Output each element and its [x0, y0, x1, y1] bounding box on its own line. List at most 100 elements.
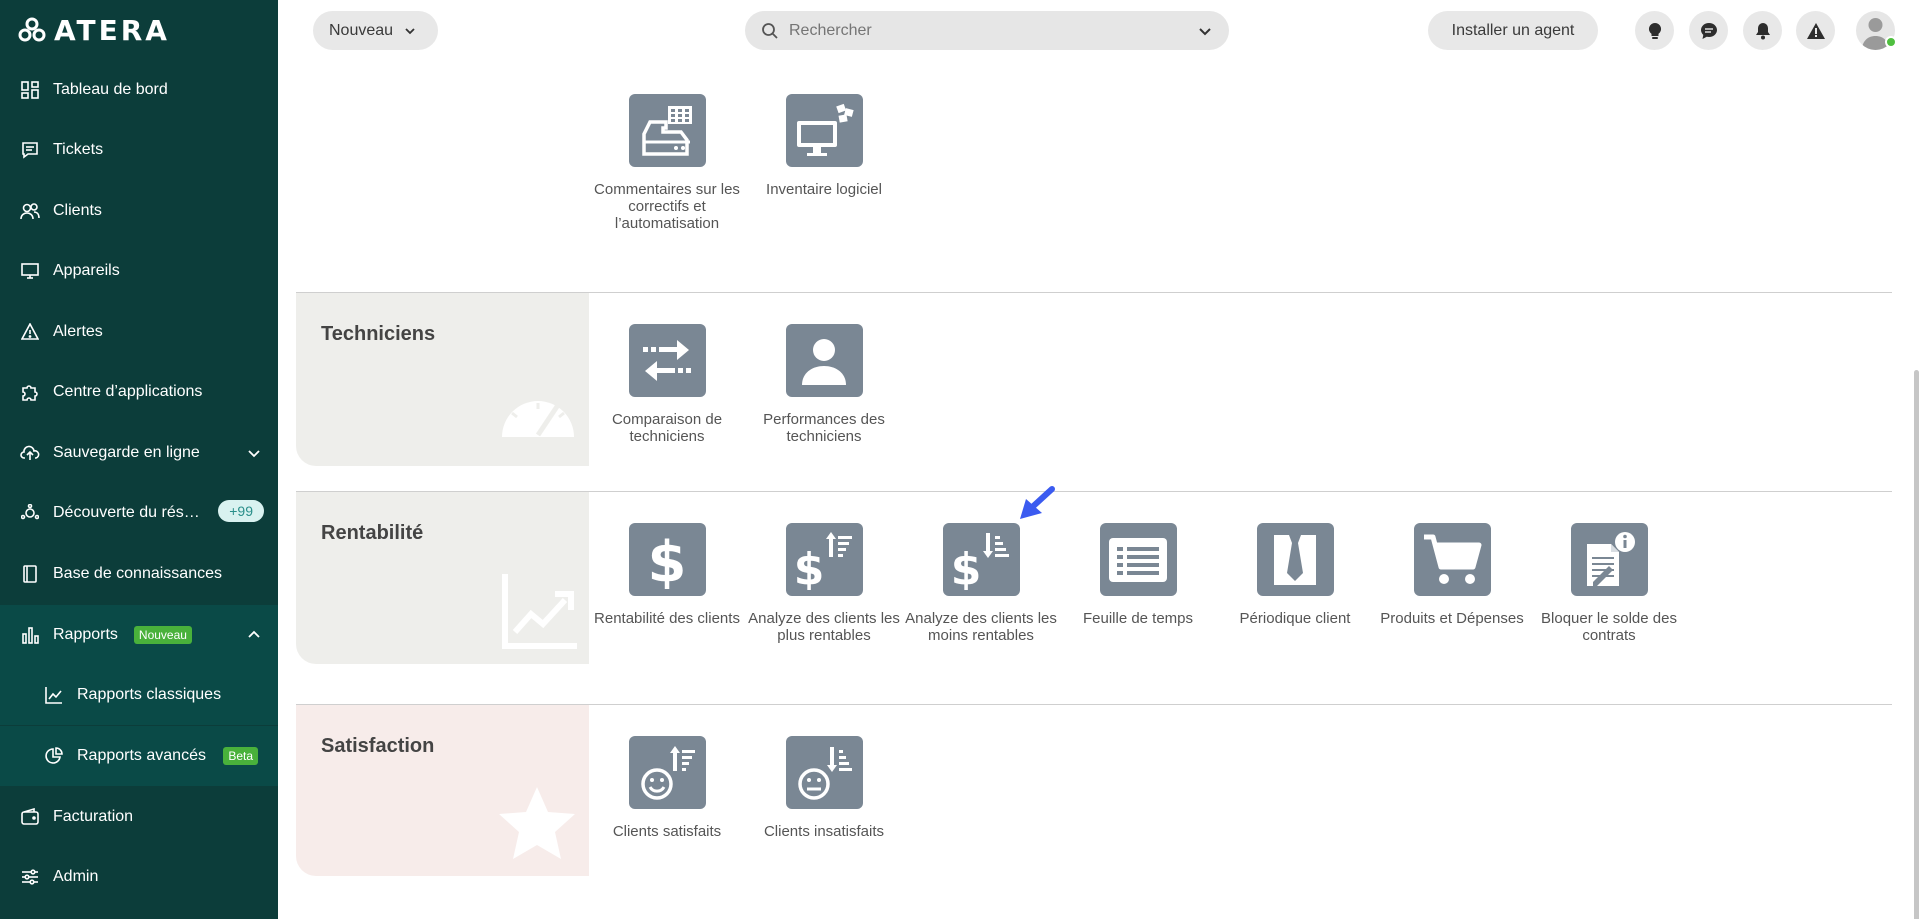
section-technicians: Techniciens: [296, 293, 1892, 466]
tile-label: Comparaison de techniciens: [611, 411, 723, 445]
warning-icon: [20, 322, 40, 342]
tie-icon: [1274, 534, 1316, 585]
tile-label: Périodique client: [1239, 610, 1351, 627]
puzzle-icon: [20, 382, 40, 402]
tile-contract-balance[interactable]: Bloquer le solde des contrats: [1529, 523, 1689, 644]
network-icon: [20, 503, 40, 523]
list-panel-icon: [1109, 537, 1167, 582]
tile-icon-box: [785, 94, 863, 167]
sidebar-item-alerts[interactable]: Alertes: [0, 302, 278, 362]
top-bar: Nouveau Installer un agent: [278, 0, 1920, 60]
tile-icon-box: $: [785, 523, 863, 596]
install-agent-label: Installer un agent: [1451, 21, 1575, 39]
tile-technician-performance[interactable]: Performances des techniciens: [744, 324, 904, 445]
monitor-icon: [20, 261, 40, 281]
tile-icon-box: [1099, 523, 1177, 596]
sidebar-item-tickets[interactable]: Tickets: [0, 120, 278, 180]
tile-satisfied-clients[interactable]: Clients satisfaits: [587, 736, 747, 840]
tile-icon-box: [628, 94, 706, 167]
trend-chart-icon: [502, 574, 577, 649]
tile-technician-comparison[interactable]: Comparaison de techniciens: [587, 324, 747, 445]
search-icon: [762, 22, 778, 39]
sidebar-item-devices[interactable]: Appareils: [0, 241, 278, 301]
search-input[interactable]: [789, 21, 1169, 40]
chevron-down-icon[interactable]: [1197, 23, 1213, 39]
tile-icon-box: [628, 736, 706, 809]
sidebar-item-label: Rapports classiques: [77, 686, 222, 703]
sidebar-item-advanced-reports[interactable]: Rapports avancés Beta: [0, 726, 278, 786]
svg-text:$: $: [794, 544, 825, 590]
count-badge: +99: [218, 500, 264, 522]
sidebar-item-admin[interactable]: Admin: [0, 847, 278, 907]
sidebar-item-label: Admin: [53, 868, 99, 885]
tile-label: Clients satisfaits: [612, 823, 722, 840]
chat-button[interactable]: [1689, 11, 1728, 50]
tile-label: Analyze des clients les moins rentables: [905, 610, 1057, 644]
wallet-icon: [20, 807, 40, 827]
bell-icon: [1755, 22, 1770, 39]
alerts-button[interactable]: [1796, 11, 1835, 50]
neutral-face-sort-down-icon: [798, 746, 852, 800]
lightbulb-button[interactable]: [1635, 11, 1674, 50]
sidebar-item-classic-reports[interactable]: Rapports classiques: [0, 665, 278, 725]
beta-badge: Beta: [223, 747, 258, 765]
install-agent-button[interactable]: Installer un agent: [1428, 11, 1598, 50]
notifications-button[interactable]: [1743, 11, 1782, 50]
svg-text:$: $: [951, 544, 982, 590]
chevron-down-icon: [405, 27, 415, 34]
scrollbar-thumb[interactable]: [1914, 370, 1919, 919]
sidebar-item-network-discovery[interactable]: Découverte du rés… +99: [0, 483, 278, 543]
tile-software-inventory[interactable]: Inventaire logiciel: [744, 94, 904, 198]
book-icon: [20, 564, 40, 584]
tile-patch-feedback[interactable]: Commentaires sur les correctifs et l’aut…: [587, 94, 747, 232]
tile-client-profitability[interactable]: $ Rentabilité des clients: [587, 523, 747, 627]
sidebar-item-label: Tickets: [53, 141, 104, 158]
sidebar-item-label: Alertes: [53, 323, 103, 340]
new-badge: Nouveau: [133, 626, 192, 644]
star-icon: [499, 787, 575, 859]
scrollbar[interactable]: [1912, 60, 1920, 919]
sidebar-item-label: Rapports: [53, 626, 118, 643]
sidebar-item-label: Rapports avancés: [77, 747, 206, 764]
dashboard-icon: [20, 80, 40, 100]
sidebar-item-label: Facturation: [53, 808, 134, 825]
smiley-sort-up-icon: [641, 745, 695, 800]
atera-logo[interactable]: ATERA: [18, 14, 170, 47]
sidebar-item-app-center[interactable]: Centre d’applications: [0, 362, 278, 422]
sidebar: ATERA Tableau de bord Tickets Clients Ap…: [0, 0, 278, 919]
section-title: Techniciens: [321, 323, 436, 345]
dollar-sort-up-icon: $: [794, 531, 852, 590]
search-bar[interactable]: [745, 11, 1229, 50]
tile-icon-box: [1256, 523, 1334, 596]
tile-timesheet[interactable]: Feuille de temps: [1058, 523, 1218, 627]
line-chart-icon: [44, 685, 64, 705]
new-button[interactable]: Nouveau: [313, 11, 438, 50]
tile-label: Bloquer le solde des contrats: [1541, 610, 1677, 644]
sidebar-item-billing[interactable]: Facturation: [0, 787, 278, 847]
chevron-up-icon: [248, 630, 260, 638]
sidebar-item-label: Tableau de bord: [53, 81, 168, 98]
sidebar-item-online-backup[interactable]: Sauvegarde en ligne: [0, 423, 278, 483]
tile-client-periodic[interactable]: Périodique client: [1215, 523, 1375, 627]
tile-least-profitable-clients[interactable]: $ Analyze des clients les moins rentable…: [901, 523, 1061, 644]
tile-label: Clients insatisfaits: [763, 823, 885, 840]
sidebar-item-dashboard[interactable]: Tableau de bord: [0, 60, 278, 120]
tile-products-expenses[interactable]: Produits et Dépenses: [1372, 523, 1532, 627]
chat-icon: [1700, 22, 1717, 39]
section-label-panel: Techniciens: [296, 293, 589, 466]
tile-unsatisfied-clients[interactable]: Clients insatisfaits: [744, 736, 904, 840]
monitor-boxes-icon: [797, 103, 854, 156]
tile-label: Inventaire logiciel: [766, 181, 882, 198]
sidebar-item-clients[interactable]: Clients: [0, 181, 278, 241]
sidebar-item-knowledge-base[interactable]: Base de connaissances: [0, 544, 278, 604]
drive-grid-icon: [642, 105, 692, 156]
tile-label: Rentabilité des clients: [594, 610, 740, 627]
atera-logo-icon: [18, 17, 46, 42]
swap-arrows-icon: [643, 339, 691, 381]
sidebar-item-reports[interactable]: Rapports Nouveau: [0, 605, 278, 665]
tile-most-profitable-clients[interactable]: $ Analyze des clients les plus rentables: [744, 523, 904, 644]
ticket-icon: [20, 140, 40, 160]
tile-label: Commentaires sur les correctifs et l’aut…: [594, 181, 740, 232]
svg-text:$: $: [648, 531, 687, 589]
tile-icon-box: [785, 324, 863, 397]
